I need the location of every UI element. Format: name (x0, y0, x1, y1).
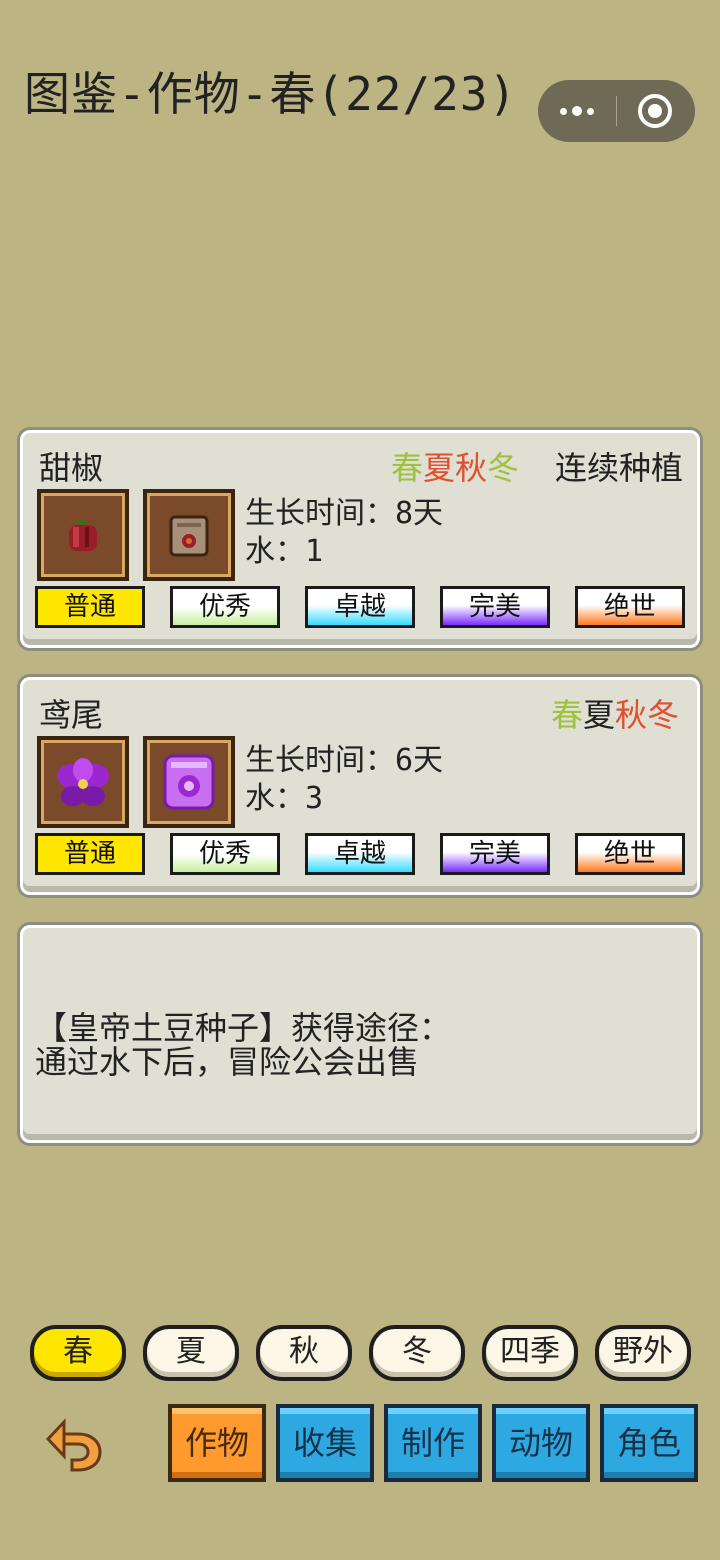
seed-slot[interactable] (143, 736, 235, 828)
quality-legendary-button[interactable]: 绝世 (575, 833, 685, 875)
season-tab-spring[interactable]: 春 (30, 1325, 126, 1381)
season-tab-winter[interactable]: 冬 (369, 1325, 465, 1381)
quality-row: 普通 优秀 卓越 完美 绝世 (35, 833, 687, 877)
category-tab-collect[interactable]: 收集 (276, 1404, 374, 1482)
quality-normal-button[interactable]: 普通 (35, 833, 145, 875)
quality-normal-button[interactable]: 普通 (35, 586, 145, 628)
crop-stats: 生长时间：6天 水：3 (245, 742, 443, 818)
mini-program-capsule (538, 80, 695, 142)
quality-excellent-button[interactable]: 卓越 (305, 833, 415, 875)
category-tab-animals[interactable]: 动物 (492, 1404, 590, 1482)
season-summer: 夏 (423, 449, 456, 487)
pepper-icon (69, 519, 97, 551)
season-tab-summer[interactable]: 夏 (143, 1325, 239, 1381)
info-panel: 【皇帝土豆种子】获得途径： 通过水下后，冒险公会出售 (20, 925, 700, 1143)
crop-name: 鸢尾 (39, 696, 104, 734)
season-autumn: 秋 (615, 696, 648, 734)
season-spring: 春 (551, 696, 584, 734)
quality-perfect-button[interactable]: 完美 (440, 586, 550, 628)
category-tab-crops[interactable]: 作物 (168, 1404, 266, 1482)
growth-time: 生长时间：6天 (245, 743, 444, 778)
quality-excellent-button[interactable]: 卓越 (305, 586, 415, 628)
quality-good-button[interactable]: 优秀 (170, 833, 280, 875)
continuous-planting-tag: 连续种植 (554, 449, 683, 487)
seed-slot[interactable] (143, 489, 235, 581)
iris-flower-icon (57, 758, 109, 806)
season-winter: 冬 (487, 449, 520, 487)
iris-seed-bag-icon (163, 754, 215, 810)
quality-row: 普通 优秀 卓越 完美 绝世 (35, 586, 687, 630)
crop-stats: 生长时间：8天 水：1 (245, 495, 443, 571)
season-spring: 春 (391, 449, 424, 487)
page-title: 图鉴-作物-春(22/23) (24, 67, 518, 121)
category-tab-craft[interactable]: 制作 (384, 1404, 482, 1482)
season-autumn: 秋 (455, 449, 488, 487)
crop-slot[interactable] (37, 736, 129, 828)
quality-legendary-button[interactable]: 绝世 (575, 586, 685, 628)
growth-time: 生长时间：8天 (245, 496, 444, 531)
quality-perfect-button[interactable]: 完美 (440, 833, 550, 875)
crop-seasons: 春 夏 秋 冬 (391, 443, 519, 489)
back-arrow-icon[interactable] (44, 1412, 110, 1476)
info-line-2: 通过水下后，冒险公会出售 (35, 1043, 420, 1081)
crop-slot[interactable] (37, 489, 129, 581)
season-winter: 冬 (647, 696, 680, 734)
seed-bag-icon (169, 515, 209, 557)
water-requirement: 水：3 (245, 781, 324, 816)
season-tab-autumn[interactable]: 秋 (256, 1325, 352, 1381)
crop-seasons: 春 夏 秋 冬 (551, 690, 679, 736)
close-target-icon[interactable] (638, 94, 672, 128)
season-summer: 夏 (583, 696, 616, 734)
category-tab-characters[interactable]: 角色 (600, 1404, 698, 1482)
crop-card-iris: 鸢尾 春 夏 秋 冬 生长时间：6天 水：3 普通 优秀 卓越 完美 绝世 (20, 677, 700, 895)
season-tab-wild[interactable]: 野外 (595, 1325, 691, 1381)
quality-good-button[interactable]: 优秀 (170, 586, 280, 628)
crop-card-pepper: 甜椒 春 夏 秋 冬 连续种植 生长时间：8天 水：1 普通 优秀 卓越 完美 … (20, 430, 700, 648)
capsule-divider (616, 96, 617, 126)
water-requirement: 水：1 (245, 534, 324, 569)
more-icon[interactable] (538, 80, 616, 142)
season-tab-all-seasons[interactable]: 四季 (482, 1325, 578, 1381)
crop-name: 甜椒 (39, 449, 104, 487)
